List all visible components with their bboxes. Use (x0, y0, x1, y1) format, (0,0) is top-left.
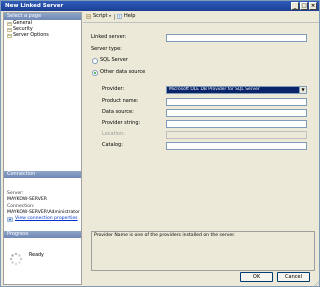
server-value: MAYKOW-SERVER (7, 197, 47, 202)
chevron-down-icon: ▾ (109, 14, 111, 18)
page-item-label: Server Options (13, 33, 49, 38)
linked-server-input[interactable] (166, 34, 307, 42)
dialog-window: New Linked Server _ □ × Select a page Ge… (0, 0, 320, 287)
progress-header: Progress (4, 231, 81, 238)
sql-server-radio[interactable] (92, 58, 98, 64)
progress-area: Ready (7, 250, 81, 270)
progress-status: Ready (29, 253, 44, 258)
maximize-button[interactable]: □ (300, 2, 308, 10)
other-data-source-radio[interactable] (92, 70, 98, 76)
page-icon (7, 22, 12, 26)
script-label: Script (93, 13, 108, 19)
page-list: General Security Server Options (6, 21, 80, 39)
server-type-label: Server type: (91, 46, 122, 52)
title-bar[interactable]: New Linked Server _ □ × (1, 1, 319, 11)
left-pane: Select a page General Security Server Op… (3, 12, 82, 285)
page-item-server-options[interactable]: Server Options (6, 33, 80, 39)
data-source-input[interactable] (166, 109, 307, 117)
description-text: Provider Name is one of the providers in… (94, 233, 236, 238)
description-panel: Provider Name is one of the providers in… (91, 231, 315, 271)
page-item-label: General (13, 21, 32, 26)
properties-icon (7, 217, 13, 222)
page-item-label: Security (13, 27, 33, 32)
toolbar: Script ▾ ? Help (83, 12, 319, 21)
general-page-content: Linked server: Server type: SQL Server O… (83, 23, 319, 271)
view-connection-properties-link[interactable]: View connection properties (7, 216, 81, 222)
product-name-input[interactable] (166, 98, 307, 106)
connection-header: Connection (4, 171, 81, 178)
provider-selected-value: Microsoft OLE DB Provider for SQL Server (169, 87, 260, 92)
svg-text:?: ? (119, 15, 121, 19)
cancel-button[interactable]: Cancel (277, 272, 310, 282)
page-icon (7, 34, 12, 38)
provider-label: Provider: (102, 86, 125, 92)
help-button[interactable]: ? Help (117, 13, 135, 20)
product-name-label: Product name: (102, 98, 139, 104)
data-source-label: Data source: (102, 109, 134, 115)
resize-grip-icon[interactable] (313, 281, 319, 286)
provider-string-input[interactable] (166, 120, 307, 128)
location-label: Location: (102, 131, 125, 137)
connection-info: Server: MAYKOW-SERVER Connection: MAYKOW… (7, 191, 81, 222)
provider-string-label: Provider string: (102, 120, 141, 126)
view-connection-properties-label: View connection properties (15, 216, 78, 221)
toolbar-separator (114, 14, 115, 20)
catalog-input[interactable] (166, 142, 307, 150)
location-input (166, 131, 307, 139)
sql-server-radio-label: SQL Server (100, 57, 128, 63)
ok-button[interactable]: OK (240, 272, 273, 282)
catalog-label: Catalog: (102, 142, 123, 148)
progress-spinner-icon (9, 252, 23, 266)
other-data-source-radio-label: Other data source (100, 69, 146, 75)
linked-server-label: Linked server: (91, 34, 127, 40)
select-page-header: Select a page (4, 13, 81, 20)
script-icon (86, 14, 91, 19)
window-title: New Linked Server (5, 3, 64, 9)
provider-select[interactable]: Microsoft OLE DB Provider for SQL Server… (166, 86, 307, 94)
minimize-button[interactable]: _ (291, 2, 299, 10)
help-icon: ? (117, 14, 122, 19)
page-icon (7, 28, 12, 32)
chevron-down-icon[interactable]: ▼ (299, 87, 306, 93)
help-label: Help (124, 13, 136, 19)
script-button[interactable]: Script ▾ (86, 13, 111, 20)
close-button[interactable]: × (309, 2, 317, 10)
